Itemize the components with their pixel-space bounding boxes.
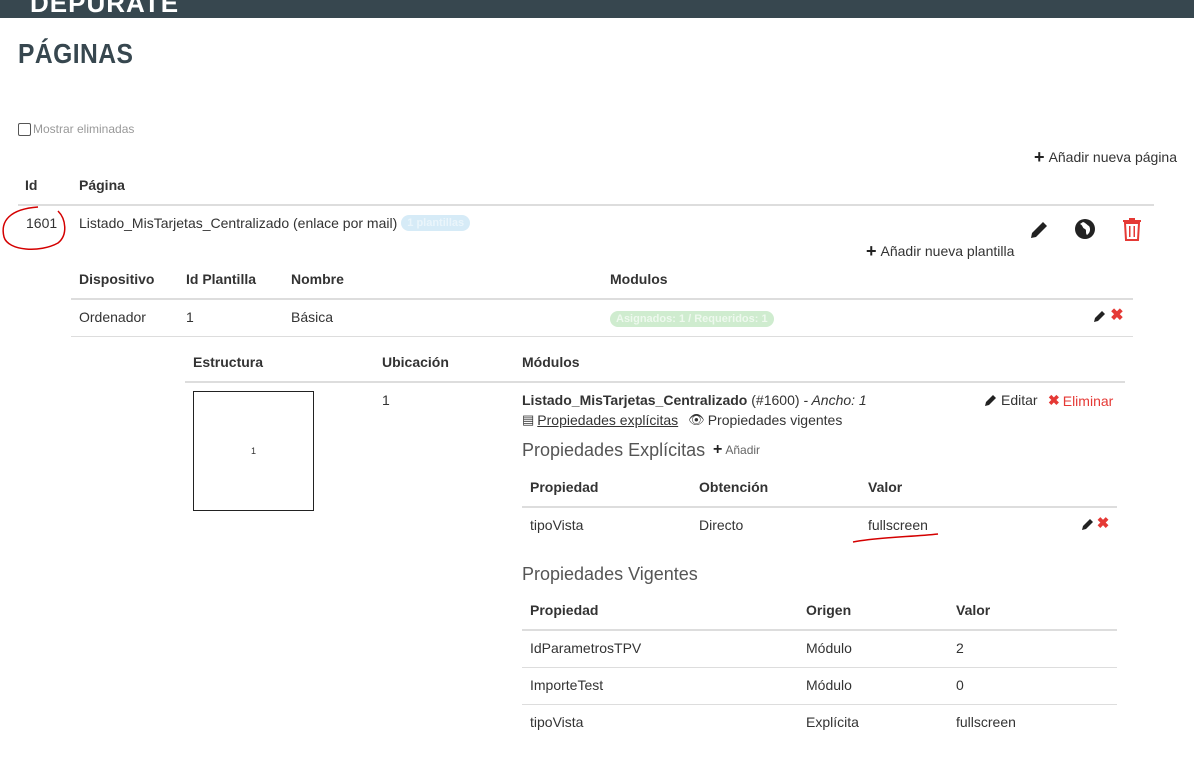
plus-icon: + (866, 241, 877, 261)
divider (185, 381, 1125, 383)
col-property: Propiedad (530, 602, 599, 618)
pencil-icon[interactable] (1080, 516, 1096, 532)
current-props-label: Propiedades vigentes (707, 412, 843, 428)
explicit-props-title: Propiedades Explícitas (522, 440, 706, 460)
col-template-id: Id Plantilla (186, 271, 257, 287)
col-page: Página (79, 177, 125, 193)
template-id: 1 (186, 309, 194, 325)
page-title: PÁGINAS (18, 38, 134, 69)
divider (522, 667, 1117, 668)
current-prop-value: 0 (956, 677, 964, 693)
template-device: Ordenador (79, 309, 146, 325)
edit-module-button[interactable]: Editar (984, 392, 1038, 408)
explicit-props-link[interactable]: ▤ Propiedades explícitas (522, 412, 678, 428)
edit-label: Editar (1001, 392, 1038, 408)
page-row[interactable]: Listado_MisTarjetas_Centralizado (enlace… (79, 215, 471, 231)
plus-icon: + (713, 441, 723, 458)
current-props-title: Propiedades Vigentes (522, 564, 698, 584)
show-deleted-label: Mostrar eliminadas (33, 122, 135, 136)
pencil-icon (985, 395, 996, 406)
current-prop-origin: Explícita (806, 714, 859, 730)
col-device: Dispositivo (79, 271, 155, 287)
trash-icon[interactable] (1120, 216, 1144, 242)
col-modules-detail: Módulos (522, 354, 580, 370)
col-obtention: Obtención (699, 479, 769, 495)
location-value: 1 (382, 392, 390, 408)
col-modules: Modulos (610, 271, 668, 287)
col-value: Valor (868, 479, 903, 495)
thumbnail-label: 1 (250, 446, 256, 456)
x-icon[interactable]: ✖ (1109, 306, 1125, 324)
module-links: ▤ Propiedades explícitas 👁 Propiedades v… (522, 412, 842, 428)
eye-icon: 👁 (688, 412, 705, 427)
divider (522, 704, 1117, 705)
current-prop-name: ImporteTest (530, 677, 604, 693)
page-name: Listado_MisTarjetas_Centralizado (enlace… (79, 215, 398, 231)
templates-badge: 1 plantillas (401, 215, 471, 231)
annotation-underline (852, 533, 939, 543)
explicit-prop-name: tipoVista (530, 517, 584, 533)
show-deleted-toggle[interactable]: Mostrar eliminadas (18, 122, 134, 136)
current-prop-origin: Módulo (806, 677, 852, 693)
explicit-prop-obtention: Directo (699, 517, 744, 533)
annotation-circle (2, 206, 66, 250)
module-id: (#1600) (751, 392, 800, 408)
col-structure: Estructura (193, 354, 264, 370)
add-explicit-label: Añadir (725, 443, 761, 457)
module-title: Listado_MisTarjetas_Centralizado (#1600)… (522, 392, 867, 408)
current-prop-name: tipoVista (530, 714, 584, 730)
col-origin: Origen (806, 602, 852, 618)
col-property: Propiedad (530, 479, 599, 495)
explicit-props-label: Propiedades explícitas (537, 412, 679, 428)
x-icon: ✖ (1048, 392, 1060, 408)
template-name: Básica (291, 309, 334, 325)
pencil-icon[interactable] (1027, 218, 1051, 242)
current-prop-origin: Módulo (806, 640, 852, 656)
add-explicit-prop-button[interactable]: + Añadir (713, 441, 761, 458)
divider (522, 629, 1117, 631)
module-width: - Ancho: 1 (803, 392, 867, 408)
modules-badge: Asignados: 1 / Requeridos: 1 (610, 311, 774, 327)
current-props-link[interactable]: 👁 Propiedades vigentes (688, 412, 842, 428)
current-prop-value: 2 (956, 640, 964, 656)
divider (71, 336, 1133, 337)
list-icon: ▤ (522, 412, 535, 427)
x-icon[interactable]: ✖ (1095, 514, 1111, 532)
delete-module-button[interactable]: ✖ Eliminar (1048, 392, 1113, 409)
module-name: Listado_MisTarjetas_Centralizado (522, 392, 748, 408)
add-template-button[interactable]: + Añadir nueva plantilla (866, 241, 1015, 261)
add-page-label: Añadir nueva página (1048, 149, 1177, 165)
col-id: Id (25, 177, 38, 193)
col-value: Valor (956, 602, 991, 618)
current-prop-value: fullscreen (956, 714, 1016, 730)
add-page-button[interactable]: + Añadir nueva página (1034, 147, 1177, 167)
divider (18, 204, 1154, 206)
globe-icon[interactable] (1073, 217, 1097, 241)
delete-label: Eliminar (1062, 392, 1114, 409)
divider (522, 506, 1117, 508)
col-location: Ubicación (382, 354, 449, 370)
app-header: DEPURATE (0, 0, 1194, 18)
col-name: Nombre (291, 271, 344, 287)
pencil-icon[interactable] (1092, 308, 1108, 324)
show-deleted-checkbox[interactable] (18, 122, 31, 136)
app-title: DEPURATE (30, 0, 180, 18)
current-prop-name: IdParametrosTPV (530, 640, 642, 656)
structure-thumbnail[interactable]: 1 (193, 391, 314, 511)
plus-icon: + (1034, 147, 1045, 167)
add-template-label: Añadir nueva plantilla (880, 243, 1015, 259)
divider (71, 298, 1133, 300)
